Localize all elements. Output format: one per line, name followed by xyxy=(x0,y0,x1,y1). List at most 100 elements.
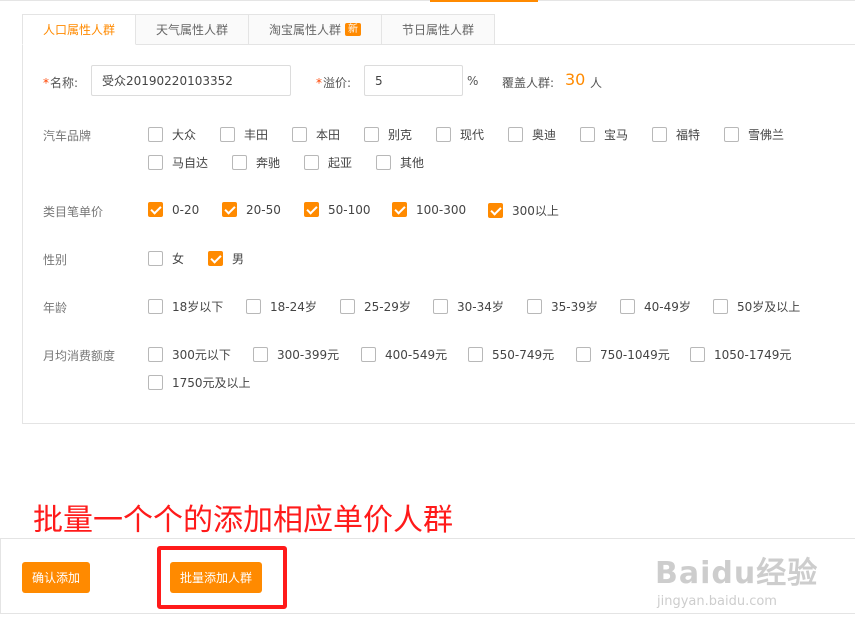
tab-weather[interactable]: 天气属性人群 xyxy=(136,14,250,45)
age-option[interactable]: 30-34岁 xyxy=(433,298,504,315)
checkbox-unchecked[interactable] xyxy=(724,127,739,142)
car-brand-option[interactable]: 宝马 xyxy=(580,126,628,143)
checkbox-label: 20-50 xyxy=(246,202,281,217)
car-brand-option[interactable]: 雪佛兰 xyxy=(724,126,784,143)
unit-price-option[interactable]: 50-100 xyxy=(304,202,371,217)
age-option[interactable]: 18-24岁 xyxy=(246,298,317,315)
gender-option[interactable]: 男 xyxy=(208,250,244,267)
footer-bottom-border xyxy=(0,613,855,614)
age-option[interactable]: 40-49岁 xyxy=(620,298,691,315)
watermark-url: jingyan.baidu.com xyxy=(657,594,777,609)
confirm-add-button[interactable]: 确认添加 xyxy=(22,562,90,593)
tab-taobao[interactable]: 淘宝属性人群新 xyxy=(249,14,383,45)
monthly-spend-option[interactable]: 300-399元 xyxy=(253,346,339,363)
car-brand-option[interactable]: 起亚 xyxy=(304,154,352,171)
name-input[interactable] xyxy=(91,65,291,96)
checkbox-unchecked[interactable] xyxy=(364,127,379,142)
checkbox-checked[interactable] xyxy=(304,202,319,217)
unit-price-option[interactable]: 100-300 xyxy=(392,202,466,217)
highlight-frame xyxy=(157,546,287,609)
checkbox-unchecked[interactable] xyxy=(148,127,163,142)
unit-price-option[interactable]: 20-50 xyxy=(222,202,281,217)
checkbox-unchecked[interactable] xyxy=(527,299,542,314)
checkbox-unchecked[interactable] xyxy=(148,375,163,390)
checkbox-unchecked[interactable] xyxy=(340,299,355,314)
checkbox-unchecked[interactable] xyxy=(652,127,667,142)
checkbox-checked[interactable] xyxy=(488,203,503,218)
checkbox-unchecked[interactable] xyxy=(148,155,163,170)
checkbox-unchecked[interactable] xyxy=(576,347,591,362)
checkbox-label: 大众 xyxy=(172,128,197,142)
checkbox-unchecked[interactable] xyxy=(508,127,523,142)
monthly-spend-option[interactable]: 400-549元 xyxy=(361,346,447,363)
checkbox-unchecked[interactable] xyxy=(246,299,261,314)
monthly-spend-option[interactable]: 300元以下 xyxy=(148,346,231,363)
car-brand-option[interactable]: 大众 xyxy=(148,126,196,143)
checkbox-unchecked[interactable] xyxy=(292,127,307,142)
new-badge: 新 xyxy=(345,23,362,36)
checkbox-unchecked[interactable] xyxy=(433,299,448,314)
checkbox-unchecked[interactable] xyxy=(376,155,391,170)
checkbox-unchecked[interactable] xyxy=(713,299,728,314)
checkbox-unchecked[interactable] xyxy=(580,127,595,142)
age-option[interactable]: 18岁以下 xyxy=(148,298,223,315)
checkbox-unchecked[interactable] xyxy=(232,155,247,170)
checkbox-checked[interactable] xyxy=(392,202,407,217)
coverage-label: 覆盖人群: xyxy=(502,76,555,90)
checkbox-label: 30-34岁 xyxy=(457,300,504,314)
checkbox-label: 起亚 xyxy=(328,156,353,170)
car-brand-option[interactable]: 丰田 xyxy=(220,126,268,143)
age-option[interactable]: 25-29岁 xyxy=(340,298,411,315)
footer-left-border xyxy=(0,538,1,614)
age-label: 年龄 xyxy=(43,301,68,315)
checkbox-label: 400-549元 xyxy=(385,348,448,362)
monthly-spend-option[interactable]: 1750元及以上 xyxy=(148,374,251,391)
checkbox-unchecked[interactable] xyxy=(690,347,705,362)
top-accent-bar xyxy=(430,0,538,2)
unit-price-option[interactable]: 300以上 xyxy=(488,202,559,219)
checkbox-checked[interactable] xyxy=(208,251,223,266)
checkbox-unchecked[interactable] xyxy=(620,299,635,314)
checkbox-unchecked[interactable] xyxy=(148,251,163,266)
checkbox-label: 福特 xyxy=(676,128,701,142)
checkbox-unchecked[interactable] xyxy=(436,127,451,142)
monthly-spend-option[interactable]: 1050-1749元 xyxy=(690,346,791,363)
car-brand-option[interactable]: 本田 xyxy=(292,126,340,143)
baidu-watermark: Baidu经验 jingyan.baidu.com xyxy=(655,548,818,609)
monthly-spend-option[interactable]: 550-749元 xyxy=(468,346,554,363)
car-brand-option[interactable]: 福特 xyxy=(652,126,700,143)
checkbox-unchecked[interactable] xyxy=(148,299,163,314)
car-brand-option[interactable]: 别克 xyxy=(364,126,412,143)
premium-unit: % xyxy=(467,74,479,88)
car-brand-option[interactable]: 奔驰 xyxy=(232,154,280,171)
unit-price-option[interactable]: 0-20 xyxy=(148,202,199,217)
car-brand-option[interactable]: 其他 xyxy=(376,154,424,171)
checkbox-label: 18岁以下 xyxy=(172,300,224,314)
age-option[interactable]: 50岁及以上 xyxy=(713,298,800,315)
gender-option[interactable]: 女 xyxy=(148,250,184,267)
checkbox-unchecked[interactable] xyxy=(304,155,319,170)
checkbox-label: 50-100 xyxy=(328,202,371,217)
checkbox-label: 18-24岁 xyxy=(270,300,317,314)
monthly-spend-option[interactable]: 750-1049元 xyxy=(576,346,670,363)
checkbox-unchecked[interactable] xyxy=(361,347,376,362)
car-brand-option[interactable]: 现代 xyxy=(436,126,484,143)
checkbox-unchecked[interactable] xyxy=(468,347,483,362)
car-brand-option[interactable]: 马自达 xyxy=(148,154,208,171)
tab-demographic[interactable]: 人口属性人群 xyxy=(22,14,137,45)
checkbox-label: 0-20 xyxy=(172,202,200,217)
checkbox-label: 300元以下 xyxy=(172,348,231,362)
checkbox-label: 奔驰 xyxy=(256,156,281,170)
checkbox-label: 750-1049元 xyxy=(600,348,670,362)
checkbox-unchecked[interactable] xyxy=(148,347,163,362)
age-option[interactable]: 35-39岁 xyxy=(527,298,598,315)
tab-holiday[interactable]: 节日属性人群 xyxy=(382,14,496,45)
car-brand-option[interactable]: 奥迪 xyxy=(508,126,556,143)
car-brand-label: 汽车品牌 xyxy=(43,129,92,143)
premium-input[interactable] xyxy=(364,65,463,96)
checkbox-unchecked[interactable] xyxy=(253,347,268,362)
checkbox-checked[interactable] xyxy=(148,202,163,217)
checkbox-checked[interactable] xyxy=(222,202,237,217)
checkbox-unchecked[interactable] xyxy=(220,127,235,142)
checkbox-label: 丰田 xyxy=(244,128,269,142)
